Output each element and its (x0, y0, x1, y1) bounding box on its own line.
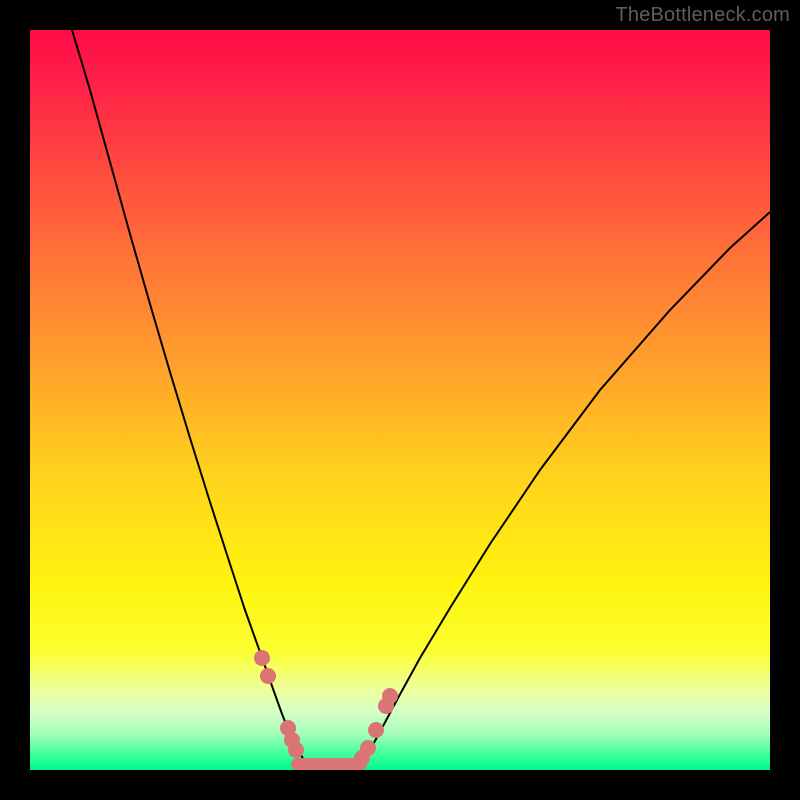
data-point-right-upper-b (382, 688, 398, 704)
data-point-right-mid (368, 722, 384, 738)
watermark-text: TheBottleneck.com (615, 4, 790, 27)
data-points (254, 650, 398, 766)
chart-frame: TheBottleneck.com (0, 0, 800, 800)
bottleneck-curve (72, 30, 770, 770)
curve-layer (30, 30, 770, 770)
data-point-left-lower-c (288, 742, 304, 758)
data-point-right-lower-b (360, 740, 376, 756)
data-point-left-upper-a (254, 650, 270, 666)
plot-area (30, 30, 770, 770)
data-point-left-upper-b (260, 668, 276, 684)
